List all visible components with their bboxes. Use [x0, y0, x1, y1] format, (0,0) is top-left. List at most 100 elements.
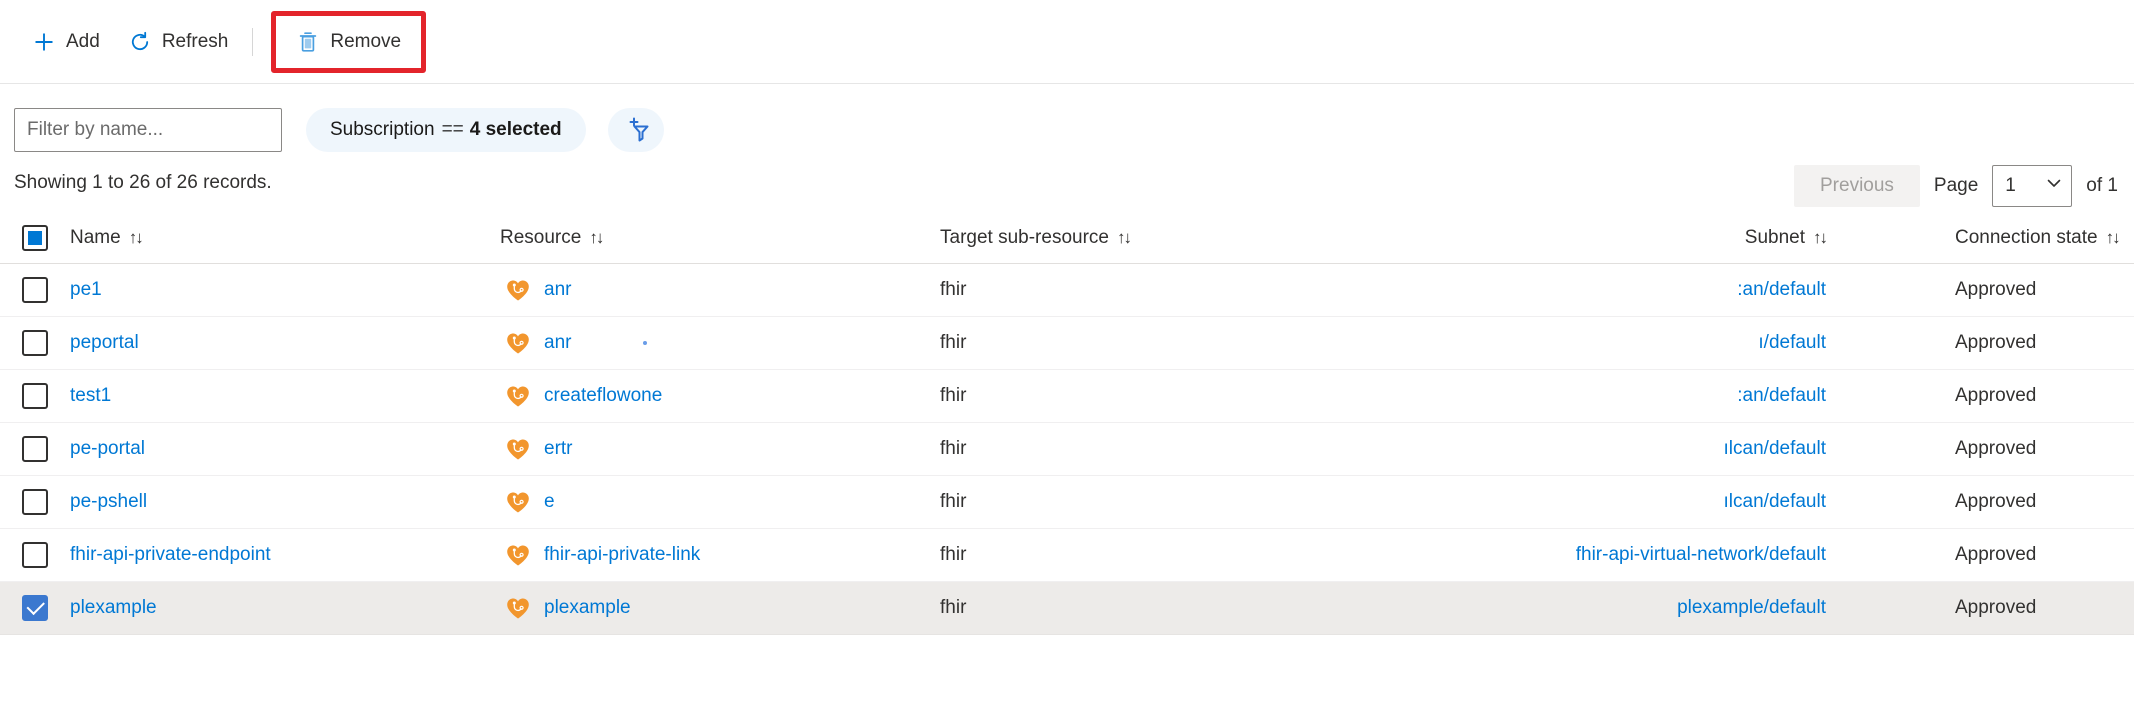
cell-subnet: :an/default: [1380, 279, 1830, 301]
add-filter-button[interactable]: [608, 108, 664, 152]
resource-link[interactable]: plexample: [544, 597, 631, 619]
subnet-link[interactable]: :an/default: [1737, 279, 1826, 300]
target-sub-resource-value: fhir: [940, 544, 966, 565]
column-header-resource[interactable]: Resource ↑↓: [500, 227, 602, 249]
cell-subnet: fhir-api-virtual-network/default: [1380, 544, 1830, 566]
subnet-link[interactable]: ı/default: [1758, 332, 1826, 353]
health-data-services-icon: [504, 382, 532, 410]
cell-subnet: ılcan/default: [1380, 438, 1830, 460]
previous-page-button[interactable]: Previous: [1794, 165, 1920, 207]
resource-link[interactable]: anr: [544, 279, 571, 301]
select-all-checkbox[interactable]: [22, 225, 48, 251]
target-sub-resource-value: fhir: [940, 597, 966, 618]
cell-subnet: ılcan/default: [1380, 491, 1830, 513]
cell-name: pe-portal: [0, 436, 500, 462]
chevron-down-icon: [2045, 174, 2063, 198]
remove-button-highlight: Remove: [271, 11, 426, 73]
subnet-link[interactable]: fhir-api-virtual-network/default: [1576, 544, 1826, 565]
private-endpoint-name-link[interactable]: peportal: [70, 332, 139, 354]
cell-connection-state: Approved: [1830, 332, 2134, 354]
column-header-connection-state-label: Connection state: [1955, 227, 2098, 249]
column-header-name-label: Name: [70, 227, 121, 249]
filter-by-name-input[interactable]: [14, 108, 282, 152]
row-checkbox[interactable]: [22, 542, 48, 568]
row-checkbox[interactable]: [22, 489, 48, 515]
table-row[interactable]: pe1 anr fhir :an/default Approved: [0, 264, 2134, 317]
resource-link[interactable]: ertr: [544, 438, 573, 460]
subnet-link[interactable]: :an/default: [1737, 385, 1826, 406]
cell-name: test1: [0, 383, 500, 409]
row-checkbox[interactable]: [22, 330, 48, 356]
column-header-target-sub-resource-label: Target sub-resource: [940, 227, 1109, 249]
table-row[interactable]: plexample plexample fhir plexample/defau…: [0, 582, 2134, 635]
truncated-text-marker: [643, 341, 647, 345]
cell-target-sub-resource: fhir: [940, 544, 1380, 566]
private-endpoint-name-link[interactable]: pe-pshell: [70, 491, 147, 513]
private-endpoint-name-link[interactable]: test1: [70, 385, 111, 407]
table-row[interactable]: pe-portal ertr fhir ılcan/default Approv…: [0, 423, 2134, 476]
table-body: pe1 anr fhir :an/default Approved peport…: [0, 264, 2134, 635]
resource-link[interactable]: fhir-api-private-link: [544, 544, 700, 566]
cell-resource: ertr: [500, 435, 940, 463]
remove-button[interactable]: Remove: [282, 18, 415, 66]
resource-link[interactable]: createflowone: [544, 385, 662, 407]
row-checkbox[interactable]: [22, 595, 48, 621]
subnet-link[interactable]: ılcan/default: [1724, 491, 1826, 512]
column-header-target-sub-resource[interactable]: Target sub-resource ↑↓: [940, 227, 1130, 249]
summary-row: Showing 1 to 26 of 26 records. Previous …: [0, 162, 2134, 212]
sort-icon: ↑↓: [129, 228, 142, 248]
table-row[interactable]: pe-pshell e fhir ılcan/default Approved: [0, 476, 2134, 529]
add-button-label: Add: [66, 32, 100, 51]
connection-state-value: Approved: [1955, 385, 2036, 406]
refresh-button[interactable]: Refresh: [114, 18, 243, 66]
cell-resource: e: [500, 488, 940, 516]
resource-link[interactable]: anr: [544, 332, 571, 354]
private-endpoint-name-link[interactable]: fhir-api-private-endpoint: [70, 544, 271, 566]
sort-icon: ↑↓: [589, 228, 602, 248]
records-count-text: Showing 1 to 26 of 26 records.: [14, 172, 272, 194]
header-cell-resource: Resource ↑↓: [500, 227, 940, 249]
row-checkbox[interactable]: [22, 383, 48, 409]
page-number-select[interactable]: 1: [1992, 165, 2072, 207]
cell-name: plexample: [0, 595, 500, 621]
page-total-label: of 1: [2086, 175, 2118, 197]
private-endpoint-name-link[interactable]: plexample: [70, 597, 157, 619]
page-number-value: 1: [2005, 175, 2016, 197]
cell-subnet: plexample/default: [1380, 597, 1830, 619]
subnet-link[interactable]: ılcan/default: [1724, 438, 1826, 459]
cell-target-sub-resource: fhir: [940, 491, 1380, 513]
target-sub-resource-value: fhir: [940, 438, 966, 459]
cell-target-sub-resource: fhir: [940, 597, 1380, 619]
table-row[interactable]: test1 createflowone fhir :an/default App…: [0, 370, 2134, 423]
cell-resource: createflowone: [500, 382, 940, 410]
connection-state-value: Approved: [1955, 438, 2036, 459]
table-row[interactable]: peportal anr fhir ı/default Approved: [0, 317, 2134, 370]
private-endpoint-connections-table: Name ↑↓ Resource ↑↓ Target sub-resource …: [0, 212, 2134, 635]
header-cell-connection-state: Connection state ↑↓: [1830, 227, 2134, 249]
subnet-link[interactable]: plexample/default: [1677, 597, 1826, 618]
refresh-icon: [128, 30, 152, 54]
cell-target-sub-resource: fhir: [940, 438, 1380, 460]
subscription-filter-field: Subscription: [330, 119, 435, 141]
private-endpoint-name-link[interactable]: pe1: [70, 279, 102, 301]
cell-resource: plexample: [500, 594, 940, 622]
header-cell-name: Name ↑↓: [0, 225, 500, 251]
column-header-name[interactable]: Name ↑↓: [70, 227, 142, 249]
cell-resource: anr: [500, 276, 940, 304]
sort-icon: ↑↓: [1813, 228, 1826, 248]
refresh-button-label: Refresh: [162, 32, 229, 51]
row-checkbox[interactable]: [22, 436, 48, 462]
subscription-filter-pill[interactable]: Subscription == 4 selected: [306, 108, 586, 152]
table-row[interactable]: fhir-api-private-endpoint fhir-api-priva…: [0, 529, 2134, 582]
sort-icon: ↑↓: [1117, 228, 1130, 248]
cell-connection-state: Approved: [1830, 385, 2134, 407]
private-endpoint-name-link[interactable]: pe-portal: [70, 438, 145, 460]
cell-subnet: :an/default: [1380, 385, 1830, 407]
resource-link[interactable]: e: [544, 491, 555, 513]
command-bar: Add Refresh Remove: [0, 0, 2134, 84]
column-header-subnet[interactable]: Subnet ↑↓: [1745, 227, 1826, 249]
add-button[interactable]: Add: [18, 18, 114, 66]
column-header-subnet-label: Subnet: [1745, 227, 1805, 249]
column-header-connection-state[interactable]: Connection state ↑↓: [1955, 227, 2119, 249]
row-checkbox[interactable]: [22, 277, 48, 303]
